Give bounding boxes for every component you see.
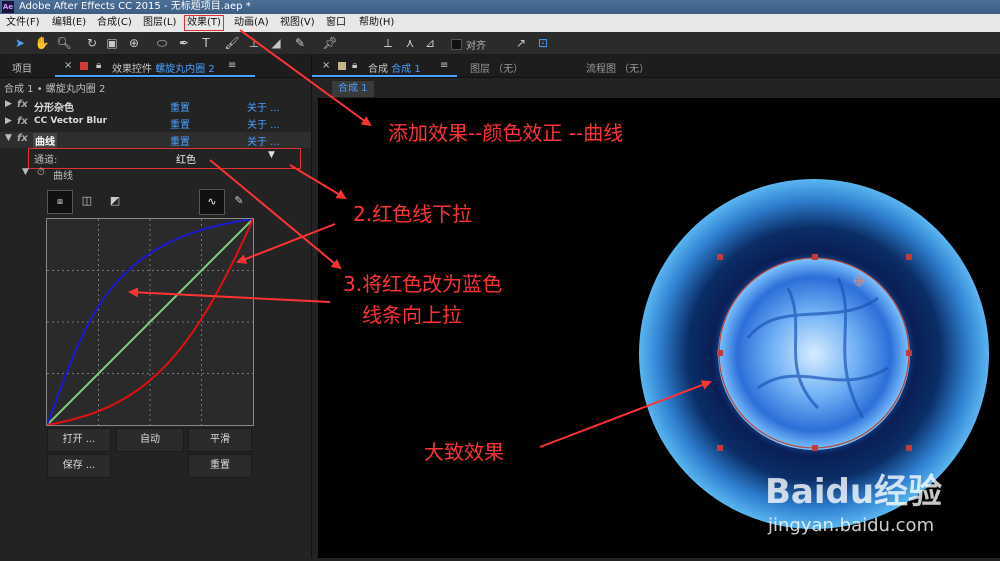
arrow-change-channel <box>209 159 342 270</box>
baidu-watermark-logo: Baidu经验 <box>765 472 943 512</box>
annotation-red-line-down: 2.红色线下拉 <box>353 202 473 226</box>
arrow-result <box>539 380 712 448</box>
arrow-red-down <box>236 223 336 264</box>
annotation-line-up: 线条向上拉 <box>362 303 462 327</box>
arrow-to-effect-menu <box>239 29 372 127</box>
annotation-result: 大致效果 <box>424 440 504 464</box>
arrow-channel <box>289 164 347 200</box>
baidu-watermark-url: jingyan.baidu.com <box>768 515 935 536</box>
arrow-blue-up <box>128 287 331 303</box>
annotation-change-to-blue: 3.将红色改为蓝色 <box>343 272 503 296</box>
annotation-add-effect: 添加效果--颜色效正 --曲线 <box>388 121 624 145</box>
